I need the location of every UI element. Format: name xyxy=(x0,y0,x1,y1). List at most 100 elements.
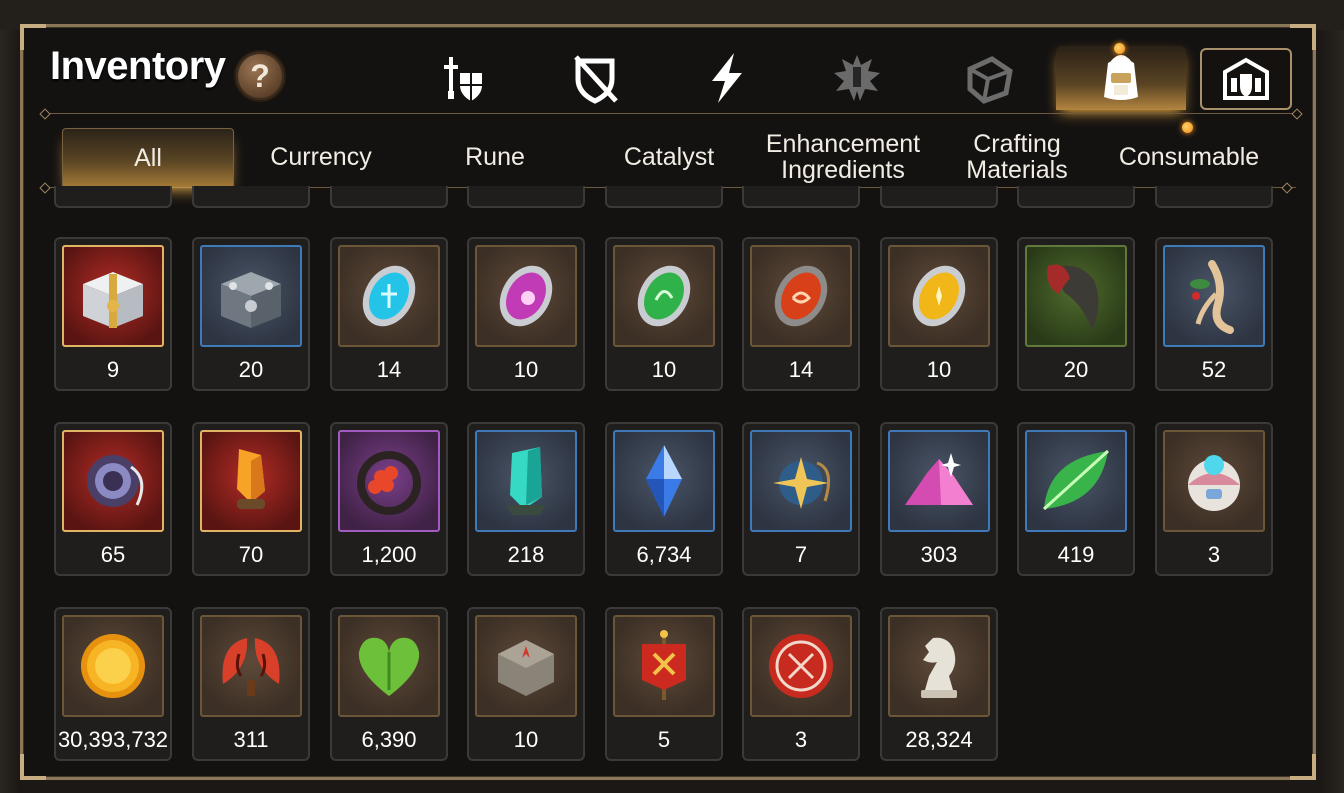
item-slot[interactable]: 218 xyxy=(467,422,585,576)
item-slot[interactable]: 1,200 xyxy=(330,422,448,576)
item-slot-partial[interactable] xyxy=(467,186,585,208)
item-quantity: 52 xyxy=(1201,357,1227,382)
item-icon-frame xyxy=(613,615,715,717)
item-icon-frame xyxy=(62,615,164,717)
item-slot[interactable]: 20 xyxy=(1017,237,1135,391)
dice-icon xyxy=(967,56,1013,104)
item-quantity: 311 xyxy=(233,727,269,752)
item-quantity: 6,734 xyxy=(636,542,692,567)
subtab-currency[interactable]: Currency xyxy=(238,128,404,186)
item-slot[interactable]: 6,734 xyxy=(605,422,723,576)
item-slot[interactable]: 3 xyxy=(1155,422,1273,576)
star-pendant-icon xyxy=(773,457,831,509)
item-icon-frame xyxy=(888,615,990,717)
item-quantity: 3 xyxy=(1207,542,1221,567)
tab-hero-gear[interactable] xyxy=(410,46,520,110)
background-right xyxy=(1318,30,1344,793)
item-quantity: 10 xyxy=(513,727,539,752)
background-left xyxy=(0,30,22,793)
item-quantity: 5 xyxy=(657,727,671,752)
item-slot[interactable]: 10 xyxy=(605,237,723,391)
item-icon-frame xyxy=(1163,245,1265,347)
item-quantity: 20 xyxy=(238,357,264,382)
item-slot[interactable]: 10 xyxy=(880,237,998,391)
item-slot[interactable]: 14 xyxy=(330,237,448,391)
tab-no-equip[interactable] xyxy=(540,46,650,110)
tab-bag[interactable] xyxy=(1056,46,1186,110)
tab-guild[interactable] xyxy=(1200,48,1292,110)
item-quantity: 419 xyxy=(1057,542,1095,567)
item-icon-frame xyxy=(750,430,852,532)
item-quantity: 10 xyxy=(651,357,677,382)
corner-ornament xyxy=(20,24,46,50)
crossed-shield-icon xyxy=(574,55,618,104)
subtab-rune[interactable]: Rune xyxy=(412,128,578,186)
tab-dice[interactable] xyxy=(934,46,1044,110)
tab-artifact[interactable] xyxy=(802,46,912,110)
item-quantity: 10 xyxy=(926,357,952,382)
item-slot[interactable]: 6,390 xyxy=(330,607,448,761)
green-rune-icon xyxy=(637,265,691,327)
item-icon-frame xyxy=(475,615,577,717)
item-icon-frame xyxy=(888,245,990,347)
item-quantity: 14 xyxy=(376,357,402,382)
item-slot[interactable]: 30,393,732 xyxy=(54,607,172,761)
item-quantity: 30,393,732 xyxy=(57,727,169,752)
item-slot[interactable]: 3 xyxy=(742,607,860,761)
item-slot[interactable]: 20 xyxy=(192,237,310,391)
subtab-crafting-materials[interactable]: Crafting Materials xyxy=(934,128,1100,186)
item-slot[interactable]: 28,324 xyxy=(880,607,998,761)
amulet-icon xyxy=(87,455,144,507)
item-slot[interactable]: 10 xyxy=(467,607,585,761)
item-quantity: 28,324 xyxy=(905,727,973,752)
item-slot[interactable]: 14 xyxy=(742,237,860,391)
green-heart-icon xyxy=(358,637,420,696)
red-rune-icon xyxy=(774,265,828,327)
notification-dot xyxy=(1114,43,1125,54)
item-slot-partial[interactable] xyxy=(330,186,448,208)
item-slot[interactable]: 65 xyxy=(54,422,172,576)
item-slot[interactable]: 70 xyxy=(192,422,310,576)
item-quantity: 65 xyxy=(100,542,126,567)
item-slot[interactable]: 52 xyxy=(1155,237,1273,391)
subtab-enhancement-ingredients[interactable]: Enhancement Ingredients xyxy=(756,128,930,186)
stone-compass-icon xyxy=(498,640,554,696)
item-slot-partial[interactable] xyxy=(54,186,172,208)
item-slot[interactable]: 303 xyxy=(880,422,998,576)
item-slot-partial[interactable] xyxy=(1017,186,1135,208)
lightning-icon xyxy=(712,53,742,103)
item-quantity: 6,390 xyxy=(361,727,417,752)
item-slot-partial[interactable] xyxy=(880,186,998,208)
item-slot-partial[interactable] xyxy=(1155,186,1273,208)
item-quantity: 14 xyxy=(788,357,814,382)
item-quantity: 303 xyxy=(920,542,958,567)
item-icon-frame xyxy=(475,430,577,532)
item-slot[interactable]: 10 xyxy=(467,237,585,391)
subtab-catalyst[interactable]: Catalyst xyxy=(586,128,752,186)
amber-crystal-icon xyxy=(237,449,265,509)
item-slot-partial[interactable] xyxy=(605,186,723,208)
flower-ring-icon xyxy=(357,451,421,515)
purple-rune-icon xyxy=(499,265,553,327)
item-icon-frame xyxy=(1025,430,1127,532)
subtab-consumable[interactable]: Consumable xyxy=(1106,128,1272,186)
item-slot[interactable]: 5 xyxy=(605,607,723,761)
item-slot-partial[interactable] xyxy=(742,186,860,208)
tab-skill[interactable] xyxy=(672,46,782,110)
help-button[interactable]: ? xyxy=(234,50,286,102)
item-quantity: 70 xyxy=(238,542,264,567)
item-icon-frame xyxy=(200,430,302,532)
item-icon-frame xyxy=(338,430,440,532)
item-slot[interactable]: 7 xyxy=(742,422,860,576)
item-slot[interactable]: 419 xyxy=(1017,422,1135,576)
item-slot[interactable]: 9 xyxy=(54,237,172,391)
glowing-leaf-icon xyxy=(1042,449,1110,511)
subtab-all[interactable]: All xyxy=(62,128,234,187)
item-icon-frame xyxy=(62,245,164,347)
red-leaves-icon xyxy=(222,638,280,696)
robot-egg-icon xyxy=(1188,455,1240,511)
spiked-crest-icon xyxy=(834,55,880,101)
silver-chest-icon xyxy=(221,272,281,328)
item-slot[interactable]: 311 xyxy=(192,607,310,761)
item-slot-partial[interactable] xyxy=(192,186,310,208)
